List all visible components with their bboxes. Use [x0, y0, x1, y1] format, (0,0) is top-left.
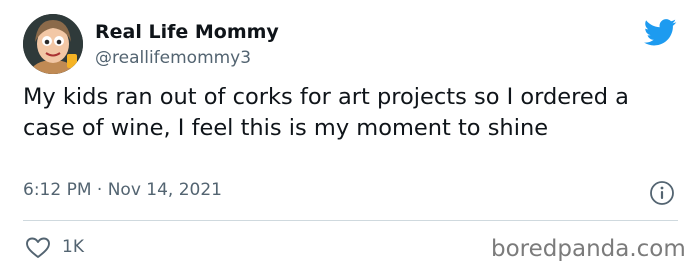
- heart-icon[interactable]: [25, 236, 51, 260]
- info-icon[interactable]: [649, 180, 675, 206]
- avatar-cartoon-icon: [23, 14, 83, 74]
- display-name[interactable]: Real Life Mommy: [95, 21, 279, 43]
- twitter-bird-icon[interactable]: [644, 19, 677, 46]
- tweet-text: My kids ran out of corks for art project…: [23, 84, 629, 141]
- tweet-timestamp[interactable]: 6:12 PM · Nov 14, 2021: [23, 180, 222, 200]
- user-handle[interactable]: @reallifemommy3: [95, 48, 251, 68]
- like-count[interactable]: 1K: [62, 237, 84, 257]
- divider: [23, 220, 678, 221]
- avatar[interactable]: [23, 14, 83, 74]
- watermark: boredpanda.com: [491, 236, 686, 262]
